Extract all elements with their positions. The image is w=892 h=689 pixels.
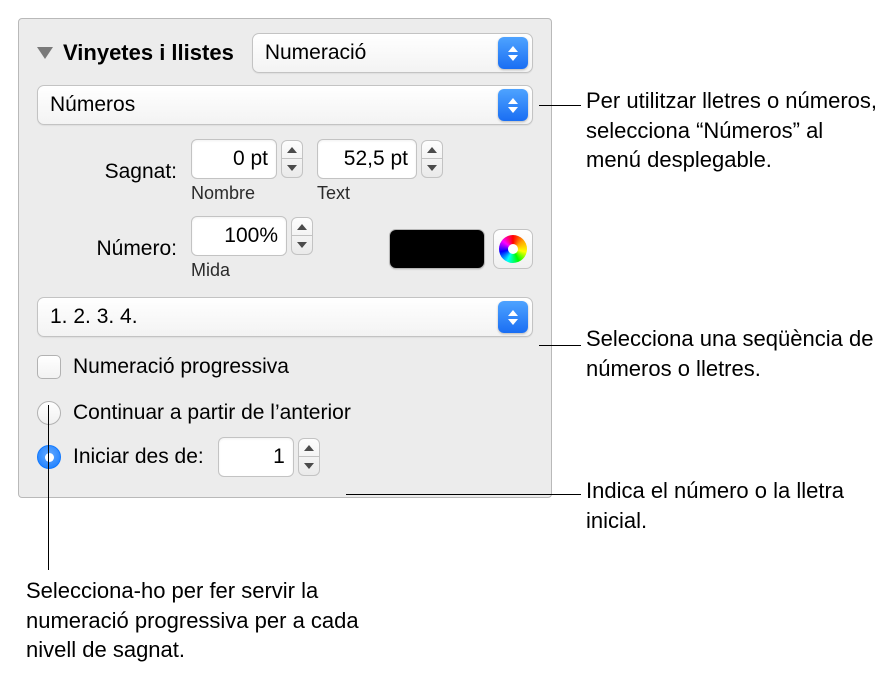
number-size-field[interactable]	[191, 216, 287, 256]
stepper-icon[interactable]	[281, 140, 303, 178]
callout-line	[346, 494, 581, 495]
start-row: Iniciar des de:	[37, 437, 533, 477]
indent-text-field[interactable]	[317, 139, 417, 179]
start-value-stepper[interactable]	[218, 437, 320, 477]
indent-number-field[interactable]	[191, 139, 277, 179]
continue-row: Continuar a partir de l’anterior	[37, 401, 533, 425]
chevron-updown-icon	[498, 89, 528, 121]
sequence-popup[interactable]: 1. 2. 3. 4.	[37, 297, 533, 337]
panel-header: Vinyetes i llistes Numeració	[37, 33, 533, 73]
progressive-checkbox[interactable]	[37, 355, 61, 379]
color-picker-button[interactable]	[493, 229, 533, 269]
callout-line	[539, 105, 581, 106]
number-size-sublabel: Mida	[191, 260, 313, 281]
annotation-start: Indica el número o la lletra inicial.	[586, 476, 882, 535]
start-value-field[interactable]	[218, 437, 294, 477]
indent-number-sublabel: Nombre	[191, 183, 303, 204]
progressive-label: Numeració progressiva	[73, 355, 289, 379]
bullets-lists-panel: Vinyetes i llistes Numeració Números Sag…	[18, 18, 552, 498]
annotation-sequence: Selecciona una seqüència de números o ll…	[586, 324, 882, 383]
callout-line	[539, 345, 581, 346]
number-size-stepper[interactable]	[191, 216, 313, 256]
start-label: Iniciar des de:	[73, 445, 204, 469]
progressive-row: Numeració progressiva	[37, 355, 533, 379]
start-radio[interactable]	[37, 445, 61, 469]
list-style-popup[interactable]: Numeració	[252, 33, 533, 73]
color-well[interactable]	[389, 229, 485, 269]
sequence-row: 1. 2. 3. 4.	[37, 297, 533, 337]
bullet-type-row: Números	[37, 85, 533, 125]
bullet-type-value: Números	[50, 93, 135, 117]
indent-row: Sagnat: Nombre Text	[37, 139, 533, 204]
color-wheel-icon	[499, 235, 527, 263]
annotation-type: Per utilitzar lletres o números, selecci…	[586, 86, 882, 175]
number-label: Número:	[73, 237, 177, 261]
stepper-icon[interactable]	[291, 217, 313, 255]
disclosure-triangle-icon[interactable]	[37, 47, 53, 59]
continue-label: Continuar a partir de l’anterior	[73, 401, 351, 425]
indent-number-stepper[interactable]	[191, 139, 303, 179]
indent-label: Sagnat:	[73, 160, 177, 184]
stepper-icon[interactable]	[298, 438, 320, 476]
bullet-type-popup[interactable]: Números	[37, 85, 533, 125]
number-row: Número: Mida	[37, 216, 533, 281]
annotation-progressive: Selecciona-ho per fer servir la numeraci…	[26, 576, 386, 665]
indent-text-stepper[interactable]	[317, 139, 443, 179]
callout-line	[48, 405, 49, 570]
indent-text-sublabel: Text	[317, 183, 443, 204]
chevron-updown-icon	[498, 301, 528, 333]
list-style-value: Numeració	[265, 41, 367, 65]
chevron-updown-icon	[498, 37, 528, 69]
section-title: Vinyetes i llistes	[63, 40, 234, 66]
sequence-value: 1. 2. 3. 4.	[50, 305, 138, 329]
continue-radio[interactable]	[37, 401, 61, 425]
stepper-icon[interactable]	[421, 140, 443, 178]
